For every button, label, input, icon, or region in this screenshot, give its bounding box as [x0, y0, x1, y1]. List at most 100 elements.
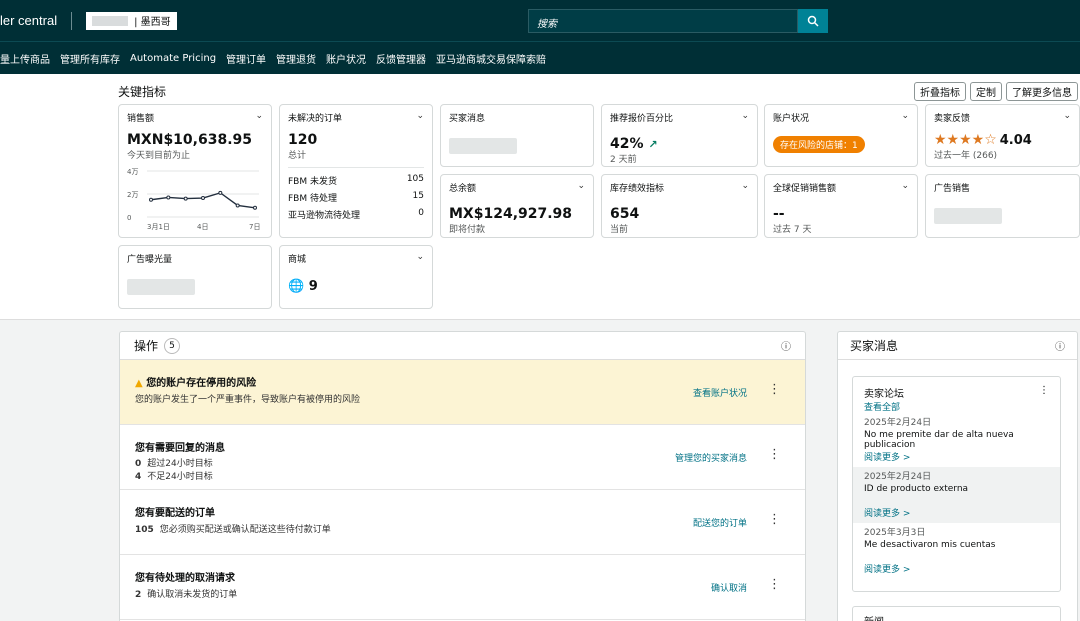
inventory-label: 库存绩效指标 [610, 184, 665, 194]
news-title: 新闻 [853, 607, 1060, 621]
forum-title: 卖家论坛 [864, 389, 904, 400]
orders-card[interactable]: 未解决的订单 ⌄ 120 总计 FBM 未发货 105 FBM 待处理 15 亚马逊物… [279, 104, 433, 238]
more-options-icon[interactable]: ⋮ [1039, 385, 1049, 400]
forum-post[interactable]: 2025年2月24日 No me premite dar de alta nue… [853, 413, 1060, 467]
chevron-down-icon[interactable]: ⌄ [741, 111, 749, 124]
operation-action-link[interactable]: 管理您的买家消息 [675, 451, 747, 464]
operation-action-link[interactable]: 查看账户状况 [693, 386, 747, 399]
y-tick-label: 4万 [127, 168, 138, 176]
chevron-down-icon[interactable]: ⌄ [741, 181, 749, 194]
account-switcher[interactable]: | 墨西哥 [86, 11, 177, 30]
loading-placeholder [449, 138, 517, 154]
orders-row-value[interactable]: 0 [418, 208, 424, 221]
sales-point [253, 205, 257, 210]
brand-logo[interactable]: ler central [0, 13, 57, 28]
buyer-messages-title: 买家消息 [850, 339, 899, 353]
nav-item[interactable]: 账户状况 [326, 51, 366, 66]
chevron-down-icon[interactable]: ⌄ [901, 181, 909, 194]
read-more-link[interactable]: 阅读更多 > [864, 562, 1049, 575]
sales-card[interactable]: 销售额 ⌄ MXN$10,638.95 今天到目前为止 4万 2万 0 3月1日 4日 7日 [118, 104, 272, 238]
at-risk-badge[interactable]: 存在风险的店铺：1 [773, 136, 865, 153]
chevron-down-icon[interactable]: ⌄ [255, 111, 263, 124]
balance-sub: 即将付款 [449, 225, 486, 235]
forum-post[interactable]: 2025年3月3日 Me desactivaron mis cuentas 阅读… [853, 523, 1060, 579]
orders-row-label: FBM 待处理 [288, 194, 337, 204]
featured-offer-label: 推荐报价百分比 [610, 114, 674, 124]
more-options-icon[interactable]: ⋮ [768, 512, 781, 527]
buyer-messages-card[interactable]: 买家消息 [440, 104, 594, 167]
globe-icon: 🌐 [288, 279, 305, 294]
y-tick-label: 2万 [127, 191, 138, 199]
operation-row: 您有需要回复的消息 0 超过24小时目标 4 不足24小时目标 管理您的买家消息 ⋮ [120, 425, 805, 490]
operations-panel: 操作 5 ⓘ ▲ 您的账户存在停用的风险 您的账户发生了一个严重事件，导致账户有… [119, 331, 806, 621]
orders-row-value[interactable]: 105 [407, 174, 424, 187]
featured-offer-card[interactable]: 推荐报价百分比 ⌄ 42% ↗ 2 天前 [601, 104, 758, 167]
more-options-icon[interactable]: ⋮ [768, 577, 781, 592]
sales-label: 销售额 [127, 114, 155, 124]
chevron-down-icon[interactable]: ⌄ [416, 252, 424, 265]
y-tick-label: 0 [127, 214, 131, 222]
learn-more-button[interactable]: 了解更多信息 [1006, 82, 1078, 101]
nav-item[interactable]: 反馈管理器 [376, 51, 426, 66]
help-icon[interactable]: ⓘ [781, 338, 791, 353]
chevron-down-icon[interactable]: ⌄ [901, 111, 909, 124]
inventory-card[interactable]: 库存绩效指标 ⌄ 654 当前 [601, 174, 758, 238]
nav-item[interactable]: 管理退货 [276, 51, 316, 66]
search-input[interactable]: 搜索 [528, 9, 798, 33]
x-tick-label: 4日 [197, 223, 208, 231]
post-date: 2025年3月3日 [864, 528, 926, 538]
sales-point [218, 190, 223, 195]
global-sales-value: -- [773, 206, 785, 222]
search-button[interactable] [798, 9, 828, 33]
balance-card[interactable]: 总余额 ⌄ MX$124,927.98 即将付款 [440, 174, 594, 238]
inventory-value: 654 [610, 206, 640, 222]
chevron-down-icon[interactable]: ⌄ [577, 181, 585, 194]
account-name-redacted [92, 15, 129, 26]
orders-row-value[interactable]: 15 [413, 191, 424, 204]
help-icon[interactable]: ⓘ [1055, 338, 1065, 353]
view-all-link[interactable]: 查看全部 [864, 400, 1049, 413]
nav-item[interactable]: 量上传商品 [0, 51, 50, 66]
operation-row: 您有要配送的订单 105 您必须购买配送或确认配送这些待付款订单 配送您的订单 ⋮ [120, 490, 805, 555]
operation-title: 您的账户存在停用的风险 [146, 378, 257, 389]
nav-item[interactable]: 亚马逊商城交易保障索赔 [436, 51, 546, 66]
operations-title: 操作 [134, 339, 159, 353]
search-icon [807, 15, 819, 27]
collapse-metrics-button[interactable]: 折叠指标 [914, 82, 966, 101]
sales-value: MXN$10,638.95 [127, 132, 253, 148]
news-card: 新闻 [852, 606, 1061, 621]
ad-impressions-card[interactable]: 广告曝光量 [118, 245, 272, 309]
customize-button[interactable]: 定制 [970, 82, 1002, 101]
marketplaces-card[interactable]: 商城 ⌄ 🌐 9 [279, 245, 433, 309]
orders-label: 未解决的订单 [288, 114, 343, 124]
read-more-link[interactable]: 阅读更多 > [864, 506, 1049, 519]
key-metrics-section: 关键指标 折叠指标 定制 了解更多信息 销售额 ⌄ MXN$10,638.95 今… [0, 74, 1080, 320]
ad-sales-card[interactable]: 广告销售 [925, 174, 1080, 238]
x-tick-label: 7日 [249, 223, 260, 231]
chevron-down-icon[interactable]: ⌄ [416, 111, 424, 124]
chevron-down-icon[interactable]: ⌄ [1063, 111, 1071, 124]
operation-desc: 超过24小时目标 [147, 459, 213, 469]
nav-item[interactable]: 管理所有库存 [60, 51, 120, 66]
more-options-icon[interactable]: ⋮ [768, 382, 781, 397]
account-health-card[interactable]: 账户状况 ⌄ 存在风险的店铺：1 [764, 104, 918, 167]
metric-number: 105 [135, 525, 154, 535]
seller-forum-card: 卖家论坛 ⋮ 查看全部 2025年2月24日 No me premite dar … [852, 376, 1061, 592]
operation-title: 您有要配送的订单 [135, 508, 215, 519]
forum-post[interactable]: 2025年2月24日 ID de producto externa 阅读更多 > [853, 467, 1060, 523]
warning-icon: ▲ [135, 378, 143, 389]
operation-action-link[interactable]: 配送您的订单 [693, 516, 747, 529]
account-health-label: 账户状况 [773, 114, 810, 124]
read-more-link[interactable]: 阅读更多 > [864, 450, 1049, 463]
global-sales-card[interactable]: 全球促销销售额 ⌄ -- 过去 7 天 [764, 174, 918, 238]
feedback-card[interactable]: 卖家反馈 ⌄ ★★★★☆ 4.04 过去一年 (266) [925, 104, 1080, 167]
more-options-icon[interactable]: ⋮ [768, 447, 781, 462]
nav-item[interactable]: Automate Pricing [130, 53, 216, 64]
balance-value: MX$124,927.98 [449, 206, 573, 222]
operation-action-link[interactable]: 确认取消 [711, 581, 747, 594]
operation-desc: 不足24小时目标 [147, 472, 213, 482]
nav-item[interactable]: 管理订单 [226, 51, 266, 66]
orders-row-label: FBM 未发货 [288, 177, 337, 187]
sales-point [166, 195, 171, 200]
buyer-messages-label: 买家消息 [449, 114, 486, 124]
